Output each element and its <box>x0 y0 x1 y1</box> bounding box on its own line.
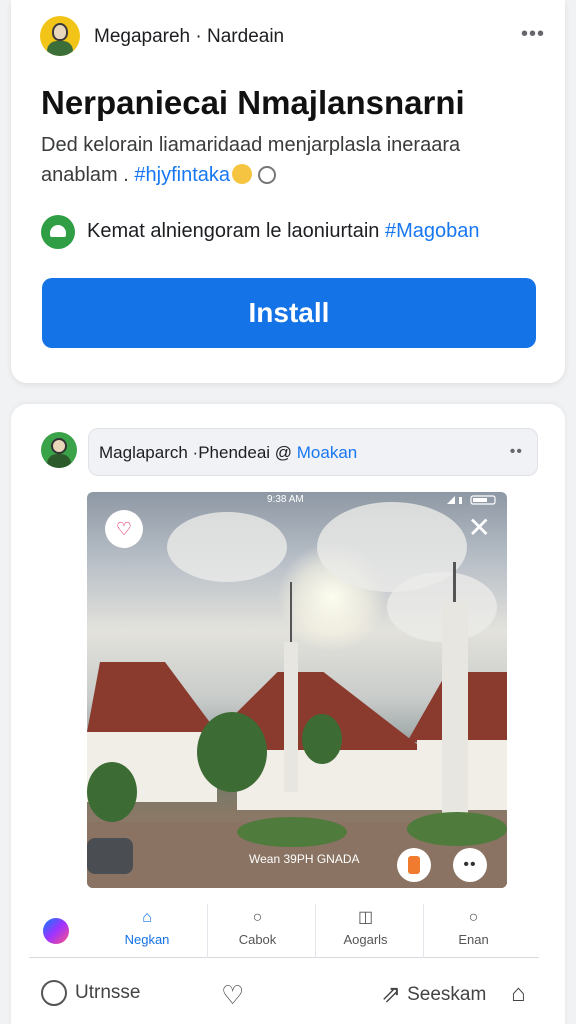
tree <box>197 712 267 792</box>
home-icon: ⌂ <box>142 909 152 926</box>
lawn <box>237 817 347 847</box>
like-label: Utrnsse <box>75 982 141 1003</box>
monument-column <box>284 642 298 792</box>
install-button[interactable]: Install <box>42 278 536 348</box>
tab-label: Cabok <box>238 932 277 947</box>
tab-label: Negkan <box>124 932 170 947</box>
camera-icon: ◫ <box>357 909 374 926</box>
heart-icon[interactable]: ♡ <box>221 980 244 1011</box>
smile-emoji-icon <box>232 164 253 184</box>
page-name[interactable]: Megapareh · Nardeain <box>94 26 284 48</box>
share-action[interactable]: ⇗ Seeskam <box>381 980 486 1009</box>
post-actions: Utrnsse ♡ ⇗ Seeskam ⌂ <box>29 964 549 1018</box>
post-photo[interactable]: 9:38 AM ♡ ✕ Wean 39PH GNADA •• <box>87 492 507 888</box>
avatar-body <box>47 41 73 56</box>
status-time: 9:38 AM <box>267 494 304 505</box>
tab-aogarls[interactable]: ◫ Aogarls <box>315 904 415 958</box>
story-like-button[interactable]: ♡ <box>105 510 143 548</box>
tree <box>87 762 137 822</box>
ad-headline: Nerpaniecai Nmajlansnarni <box>41 84 465 121</box>
ad-description: Ded kelorain liamaridaad menjarplasla in… <box>41 130 541 190</box>
sponsored-ad-card: Megapareh · Nardeain ••• Nerpaniecai Nma… <box>11 0 565 383</box>
sticker-button[interactable] <box>397 848 431 882</box>
avatar-face <box>51 438 67 454</box>
tab-label: Enan <box>458 932 489 947</box>
cloud <box>167 512 287 582</box>
meta-text: Kemat alniengoram le laoniurtain <box>87 220 385 242</box>
avatar-face <box>52 23 68 41</box>
bookmark-icon[interactable]: ⌂ <box>511 980 526 1008</box>
parked-car <box>87 838 133 874</box>
post-author-avatar[interactable] <box>41 432 77 468</box>
more-options-icon[interactable]: ••• <box>521 24 545 44</box>
ad-meta-line: Kemat alniengoram le laoniurtain #Magoba… <box>87 220 479 243</box>
share-label: Seeskam <box>407 983 487 1005</box>
monument-spire <box>290 582 292 642</box>
tab-cabok[interactable]: ○ Cabok <box>207 904 307 958</box>
post-title: Maglaparch ·Phendeai @ Moakan <box>99 443 357 463</box>
description-text: anablam . <box>41 164 135 186</box>
audience-icon <box>258 166 277 184</box>
share-icon: ⇗ <box>381 981 402 1008</box>
search-icon: ○ <box>252 909 263 926</box>
monument-column <box>442 602 468 822</box>
tree <box>302 714 342 764</box>
description-line-2: anablam . #hjyfintaka <box>41 160 541 190</box>
group-icon <box>41 215 75 249</box>
photo-more-button[interactable]: •• <box>453 848 487 882</box>
like-action[interactable]: Utrnsse <box>41 980 140 1006</box>
avatar-body <box>47 454 71 468</box>
lawn <box>407 812 507 846</box>
tab-label: Aogarls <box>343 932 388 947</box>
description-line-1: Ded kelorain liamaridaad menjarplasla in… <box>41 134 461 156</box>
status-icons <box>447 495 496 505</box>
messenger-icon[interactable] <box>43 918 69 944</box>
tab-enan[interactable]: ○ Enan <box>423 904 523 958</box>
post-header-pill[interactable]: Maglaparch ·Phendeai @ Moakan •• <box>88 428 538 476</box>
circle-icon <box>41 980 67 1006</box>
photo-caption: Wean 39PH GNADA <box>249 852 360 866</box>
post-mention[interactable]: Moakan <box>297 443 357 462</box>
close-icon[interactable]: ✕ <box>468 514 491 542</box>
post-card: Maglaparch ·Phendeai @ Moakan •• 9:38 AM <box>11 404 565 1024</box>
tab-home[interactable]: ⌂ Negkan <box>97 904 197 958</box>
post-more-icon[interactable]: •• <box>510 443 523 461</box>
post-author: Maglaparch ·Phendeai @ <box>99 443 297 462</box>
search-icon: ○ <box>468 909 479 926</box>
description-hashtag[interactable]: #hjyfintaka <box>134 164 230 186</box>
page-avatar[interactable] <box>40 16 80 56</box>
roof <box>87 662 217 732</box>
meta-hashtag[interactable]: #Magoban <box>385 220 480 242</box>
monument-spire <box>453 562 456 602</box>
post-tab-bar: ⌂ Negkan ○ Cabok ◫ Aogarls ○ Enan <box>29 904 539 958</box>
